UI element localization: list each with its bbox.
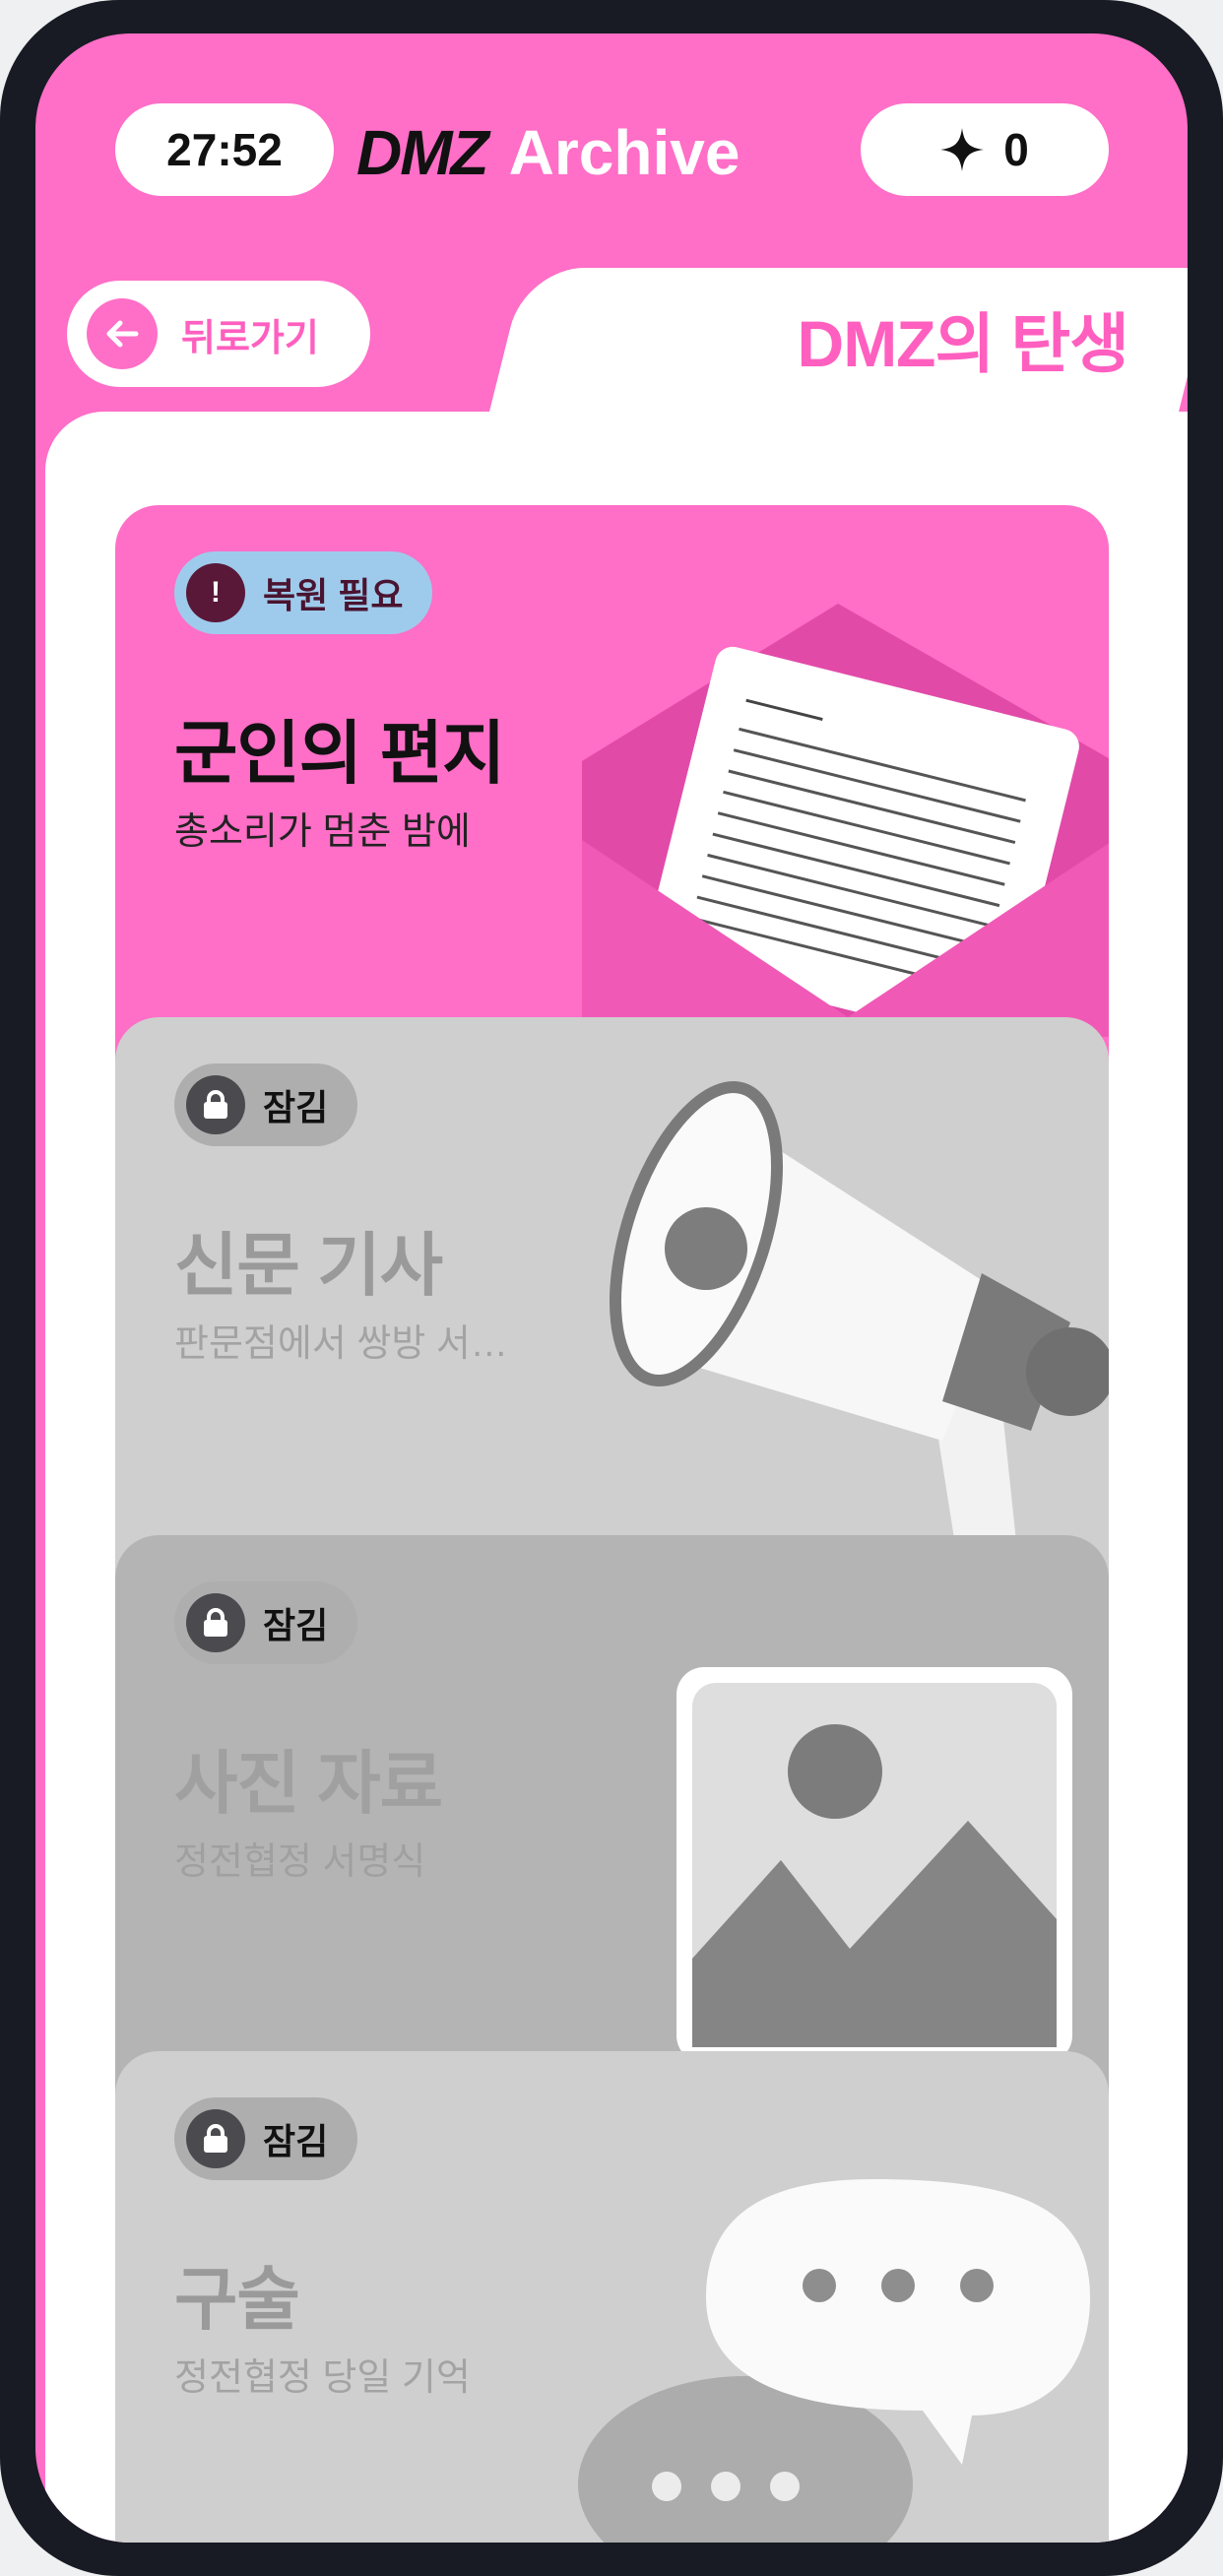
status-badge-label: 잠김	[263, 1605, 329, 1645]
page-title: DMZ의 탄생	[797, 307, 1129, 380]
status-badge: 잠김	[174, 2097, 358, 2180]
app-logo: DMZ Archive	[356, 118, 843, 187]
exclamation-icon: !	[186, 563, 245, 622]
sparkle-icon	[940, 128, 985, 171]
status-badge-label: 복원 필요	[263, 575, 404, 615]
card-subtitle: 판문점에서 쌍방 서…	[174, 1323, 508, 1365]
envelope-letter-icon	[582, 604, 1109, 1037]
phone-frame: 27:52 DMZ Archive 0 뒤로가기 DMZ의 탄생 ! 복원 필요	[0, 0, 1223, 2576]
points-counter: 0	[861, 103, 1109, 196]
back-button-label: 뒤로가기	[181, 317, 319, 359]
arrow-left-icon	[87, 298, 158, 369]
card-title: 군인의 편지	[174, 715, 505, 792]
app-screen: 27:52 DMZ Archive 0 뒤로가기 DMZ의 탄생 ! 복원 필요	[35, 33, 1188, 2543]
timer: 27:52	[115, 103, 334, 196]
status-badge: 잠김	[174, 1063, 358, 1146]
lock-icon	[186, 1593, 245, 1652]
card-subtitle: 정전협정 당일 기억	[174, 2357, 471, 2399]
card-title: 신문 기사	[174, 1227, 443, 1304]
logo-dmz: DMZ	[356, 117, 489, 188]
archive-card-oral[interactable]: 잠김 구술 정전협정 당일 기억	[115, 2051, 1109, 2543]
speech-bubbles-icon	[578, 2179, 1090, 2543]
card-subtitle: 총소리가 멈춘 밤에	[174, 811, 471, 853]
card-title: 구술	[174, 2261, 300, 2338]
lock-icon	[186, 1075, 245, 1134]
status-badge: 잠김	[174, 1581, 358, 1664]
card-title: 사진 자료	[174, 1745, 443, 1822]
photo-frame-icon	[676, 1667, 1072, 2063]
back-button[interactable]: 뒤로가기	[67, 281, 370, 387]
logo-archive: Archive	[508, 117, 740, 188]
status-badge: ! 복원 필요	[174, 551, 433, 634]
status-badge-label: 잠김	[263, 1087, 329, 1127]
lock-icon	[186, 2109, 245, 2168]
points-value: 0	[1003, 124, 1029, 175]
megaphone-icon	[609, 1081, 1109, 1588]
card-subtitle: 정전협정 서명식	[174, 1841, 426, 1883]
status-badge-label: 잠김	[263, 2121, 329, 2161]
